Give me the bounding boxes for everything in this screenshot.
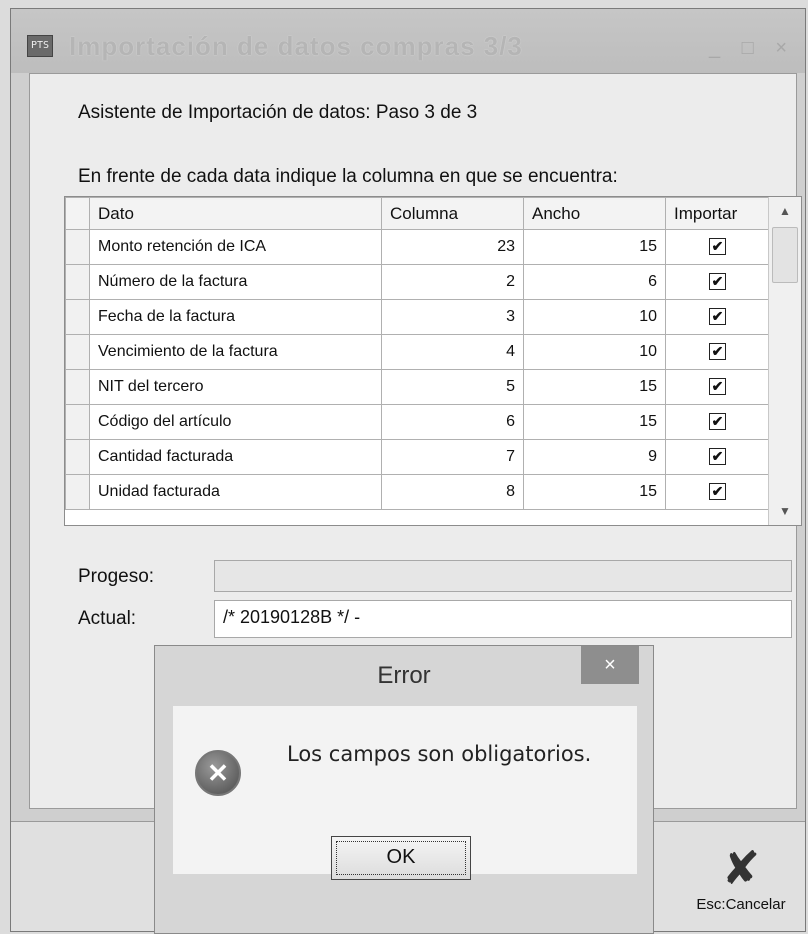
scroll-down-icon[interactable]: ▼ bbox=[769, 497, 801, 525]
current-field: /* 20190128B */ - bbox=[214, 600, 792, 638]
import-checkbox[interactable]: ✔ bbox=[709, 343, 726, 360]
cell-columna[interactable]: 3 bbox=[381, 299, 524, 335]
cell-dato[interactable]: NIT del tercero bbox=[89, 369, 382, 405]
cell-dato[interactable]: Vencimiento de la factura bbox=[89, 334, 382, 370]
table-row[interactable]: NIT del tercero 5 15 ✔ bbox=[65, 369, 770, 405]
scroll-up-icon[interactable]: ▲ bbox=[769, 197, 801, 225]
row-selector[interactable] bbox=[65, 439, 90, 475]
import-checkbox[interactable]: ✔ bbox=[709, 273, 726, 290]
cell-ancho[interactable]: 15 bbox=[523, 404, 666, 440]
import-checkbox[interactable]: ✔ bbox=[709, 238, 726, 255]
close-x-icon: ✘ bbox=[721, 841, 761, 895]
table-row[interactable]: Monto retención de ICA 23 15 ✔ bbox=[65, 229, 770, 265]
dialog-title: Error bbox=[377, 662, 431, 689]
ok-button[interactable]: OK bbox=[331, 836, 471, 880]
ok-focus-rect bbox=[336, 841, 466, 875]
cell-importar[interactable]: ✔ bbox=[665, 264, 770, 300]
cell-importar[interactable]: ✔ bbox=[665, 369, 770, 405]
cell-ancho[interactable]: 15 bbox=[523, 474, 666, 510]
table-row[interactable]: Unidad facturada 8 15 ✔ bbox=[65, 474, 770, 510]
grid-header-row: Dato Columna Ancho Importar bbox=[65, 197, 770, 230]
grid-vertical-scrollbar[interactable]: ▲ ▼ bbox=[768, 197, 801, 525]
data-grid[interactable]: Dato Columna Ancho Importar Monto retenc… bbox=[64, 196, 802, 526]
row-selector[interactable] bbox=[65, 299, 90, 335]
cell-dato[interactable]: Monto retención de ICA bbox=[89, 229, 382, 265]
column-header-columna[interactable]: Columna bbox=[381, 197, 524, 230]
cell-columna[interactable]: 4 bbox=[381, 334, 524, 370]
import-checkbox[interactable]: ✔ bbox=[709, 378, 726, 395]
cancel-button[interactable]: ✘ Esc:Cancelar bbox=[687, 840, 795, 926]
cell-columna[interactable]: 5 bbox=[381, 369, 524, 405]
import-checkbox[interactable]: ✔ bbox=[709, 308, 726, 325]
window-controls[interactable]: _ □ × bbox=[709, 37, 795, 60]
cell-columna[interactable]: 23 bbox=[381, 229, 524, 265]
cell-importar[interactable]: ✔ bbox=[665, 439, 770, 475]
dialog-close-button[interactable]: × bbox=[581, 646, 639, 684]
progress-bar bbox=[214, 560, 792, 592]
row-selector[interactable] bbox=[65, 474, 90, 510]
cell-columna[interactable]: 7 bbox=[381, 439, 524, 475]
row-selector[interactable] bbox=[65, 264, 90, 300]
error-icon: ✕ bbox=[195, 750, 241, 796]
column-header-ancho[interactable]: Ancho bbox=[523, 197, 666, 230]
table-row[interactable]: Vencimiento de la factura 4 10 ✔ bbox=[65, 334, 770, 370]
table-row[interactable]: Fecha de la factura 3 10 ✔ bbox=[65, 299, 770, 335]
instruction-label: En frente de cada data indique la column… bbox=[78, 166, 618, 187]
cell-dato[interactable]: Número de la factura bbox=[89, 264, 382, 300]
column-header-dato[interactable]: Dato bbox=[89, 197, 382, 230]
cell-dato[interactable]: Unidad facturada bbox=[89, 474, 382, 510]
cell-columna[interactable]: 6 bbox=[381, 404, 524, 440]
cell-ancho[interactable]: 10 bbox=[523, 334, 666, 370]
wizard-step-label: Asistente de Importación de datos: Paso … bbox=[78, 102, 478, 123]
import-checkbox[interactable]: ✔ bbox=[709, 483, 726, 500]
table-row[interactable]: Código del artículo 6 15 ✔ bbox=[65, 404, 770, 440]
cell-columna[interactable]: 8 bbox=[381, 474, 524, 510]
row-selector[interactable] bbox=[65, 229, 90, 265]
cancel-label: Esc:Cancelar bbox=[696, 896, 786, 913]
scroll-thumb[interactable] bbox=[772, 227, 798, 283]
row-selector[interactable] bbox=[65, 369, 90, 405]
table-row[interactable]: Número de la factura 2 6 ✔ bbox=[65, 264, 770, 300]
error-dialog: Error × ✕ Los campos son obligatorios. O… bbox=[154, 645, 654, 934]
cell-ancho[interactable]: 10 bbox=[523, 299, 666, 335]
table-row[interactable]: Cantidad facturada 7 9 ✔ bbox=[65, 439, 770, 475]
cell-dato[interactable]: Fecha de la factura bbox=[89, 299, 382, 335]
app-icon[interactable]: PTS bbox=[27, 35, 53, 57]
cell-dato[interactable]: Código del artículo bbox=[89, 404, 382, 440]
row-selector-header bbox=[65, 197, 90, 230]
current-label: Actual: bbox=[78, 608, 137, 629]
cell-importar[interactable]: ✔ bbox=[665, 229, 770, 265]
title-bar[interactable]: PTS Importación de datos compras 3/3 _ □… bbox=[11, 9, 805, 73]
cell-ancho[interactable]: 15 bbox=[523, 229, 666, 265]
cell-importar[interactable]: ✔ bbox=[665, 299, 770, 335]
cell-importar[interactable]: ✔ bbox=[665, 334, 770, 370]
cell-ancho[interactable]: 6 bbox=[523, 264, 666, 300]
import-checkbox[interactable]: ✔ bbox=[709, 448, 726, 465]
row-selector[interactable] bbox=[65, 334, 90, 370]
cell-columna[interactable]: 2 bbox=[381, 264, 524, 300]
cell-importar[interactable]: ✔ bbox=[665, 474, 770, 510]
row-selector[interactable] bbox=[65, 404, 90, 440]
cell-importar[interactable]: ✔ bbox=[665, 404, 770, 440]
cell-ancho[interactable]: 15 bbox=[523, 369, 666, 405]
error-message: Los campos son obligatorios. bbox=[287, 742, 592, 766]
cell-ancho[interactable]: 9 bbox=[523, 439, 666, 475]
cell-dato[interactable]: Cantidad facturada bbox=[89, 439, 382, 475]
column-header-importar[interactable]: Importar bbox=[665, 197, 770, 230]
grid-table: Dato Columna Ancho Importar Monto retenc… bbox=[65, 197, 770, 510]
import-checkbox[interactable]: ✔ bbox=[709, 413, 726, 430]
progress-label: Progeso: bbox=[78, 566, 155, 587]
window-title: Importación de datos compras 3/3 bbox=[69, 31, 523, 61]
